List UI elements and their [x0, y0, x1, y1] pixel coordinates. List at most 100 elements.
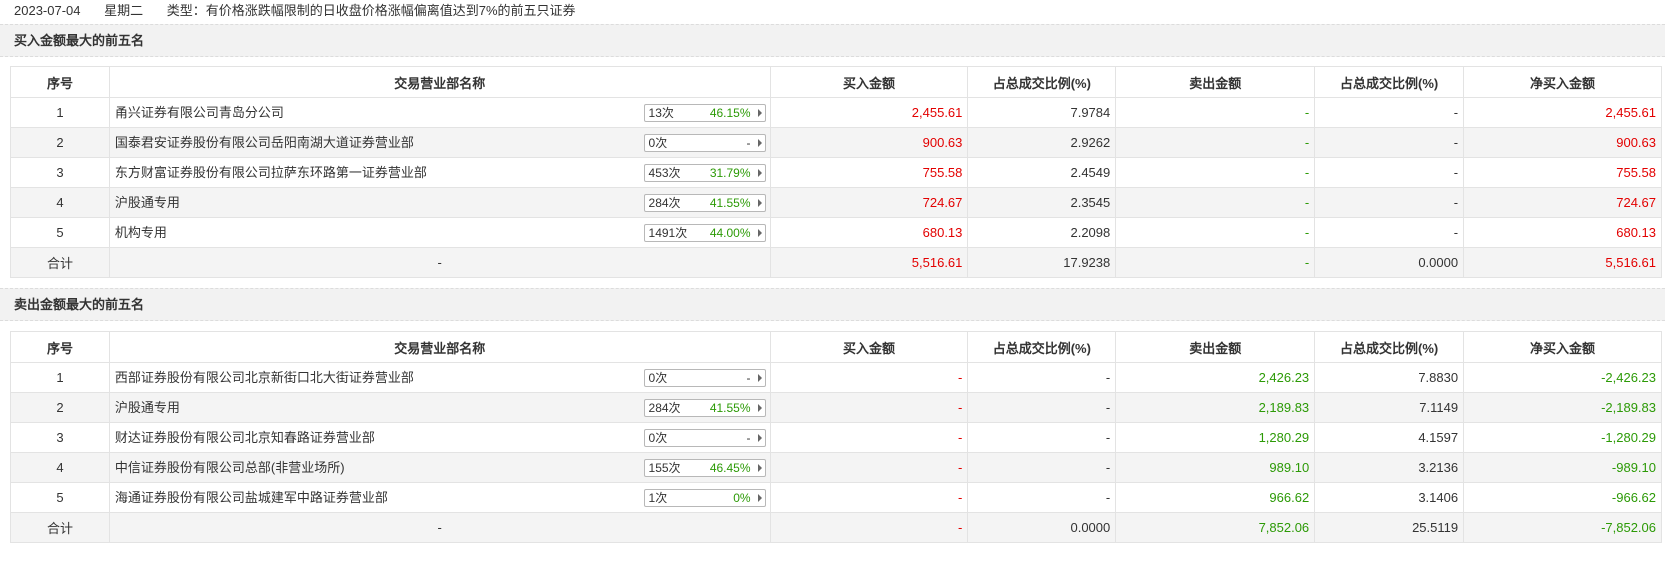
branch-name[interactable]: 国泰君安证券股份有限公司岳阳南湖大道证券营业部 — [115, 129, 414, 157]
table-row: 3 财达证券股份有限公司北京知春路证券营业部 0次 - - -1,280.29 4.1597… — [10, 422, 1662, 453]
caret-right-icon[interactable] — [757, 229, 762, 237]
branch-name[interactable]: 甬兴证券有限公司青岛分公司 — [115, 99, 284, 127]
branch-name[interactable]: 机构专用 — [115, 219, 167, 247]
table-row: 5 机构专用 1491次 44.00% 680.13 2.2098- -680.13 — [10, 217, 1662, 248]
sell-ratio: - — [1314, 97, 1465, 128]
buy-ratio: 2.9262 — [967, 127, 1117, 158]
sell-ratio: - — [1314, 187, 1465, 218]
branch-name-cell: 中信证券股份有限公司总部(非营业场所) 155次 46.45% — [108, 452, 771, 483]
branch-name-cell: 国泰君安证券股份有限公司岳阳南湖大道证券营业部 0次 - — [108, 127, 771, 158]
branch-stat-box[interactable]: 1次 0% — [643, 489, 766, 507]
buy-ratio: 2.4549 — [967, 157, 1117, 188]
total-buy-ratio: 17.9238 — [967, 247, 1117, 278]
branch-name[interactable]: 沪股通专用 — [115, 394, 180, 422]
table-header-row: 序号 交易营业部名称 买入金额 占总成交比例(%) 卖出金额 占总成交比例(%)… — [10, 331, 1662, 363]
table-row: 5 海通证券股份有限公司盐城建军中路证券营业部 1次 0% - -966.62 3.1406… — [10, 482, 1662, 513]
col-header-branch-name: 交易营业部名称 — [108, 66, 771, 98]
net-buy-amount: 900.63 — [1463, 127, 1662, 158]
buy-section-title: 买入金额最大的前五名 — [0, 24, 1665, 57]
branch-stat-box[interactable]: 0次 - — [643, 134, 766, 152]
sell-ratio: - — [1314, 217, 1465, 248]
buy-amount: 2,455.61 — [769, 97, 969, 128]
total-sell-ratio: 0.0000 — [1314, 247, 1465, 278]
total-sell-amount: 7,852.06 — [1115, 512, 1316, 543]
caret-right-icon[interactable] — [757, 199, 762, 207]
branch-name[interactable]: 财达证券股份有限公司北京知春路证券营业部 — [115, 424, 375, 452]
listing-count: 0次 — [648, 371, 668, 385]
branch-name[interactable]: 东方财富证券股份有限公司拉萨东环路第一证券营业部 — [115, 159, 427, 187]
listing-count: 0次 — [648, 431, 668, 445]
branch-name-cell: 东方财富证券股份有限公司拉萨东环路第一证券营业部 453次 31.79% — [108, 157, 771, 188]
caret-right-icon[interactable] — [757, 434, 762, 442]
branch-name[interactable]: 西部证券股份有限公司北京新街口北大街证券营业部 — [115, 364, 414, 392]
branch-name[interactable]: 中信证券股份有限公司总部(非营业场所) — [115, 454, 345, 482]
sell-ratio: 7.1149 — [1314, 392, 1465, 423]
branch-stat-box[interactable]: 155次 46.45% — [643, 459, 766, 477]
caret-right-icon[interactable] — [757, 374, 762, 382]
buy-amount: - — [769, 482, 969, 513]
buy-amount: - — [769, 392, 969, 423]
total-row: 合计 -5,516.61 17.9238-0.0000 5,516.61 — [10, 247, 1662, 278]
sell-amount: - — [1115, 157, 1316, 188]
col-header-sell-ratio: 占总成交比例(%) — [1314, 331, 1465, 363]
branch-stat-box[interactable]: 1491次 44.00% — [643, 224, 766, 242]
buy-amount: 724.67 — [769, 187, 969, 218]
success-rate: - — [746, 431, 751, 445]
listing-count: 284次 — [648, 196, 681, 210]
caret-right-icon[interactable] — [757, 404, 762, 412]
branch-stat-box[interactable]: 0次 - — [643, 369, 766, 387]
branch-name[interactable]: 海通证券股份有限公司盐城建军中路证券营业部 — [115, 484, 388, 512]
col-header-net-buy: 净买入金额 — [1463, 66, 1662, 98]
col-header-no: 序号 — [10, 331, 110, 363]
success-rate: 41.55% — [709, 401, 751, 415]
sell-section-title: 卖出金额最大的前五名 — [0, 288, 1665, 321]
table-row: 4 中信证券股份有限公司总部(非营业场所) 155次 46.45% - -989.10 3.… — [10, 452, 1662, 483]
buy-ratio: - — [967, 452, 1117, 483]
listing-count: 284次 — [648, 401, 681, 415]
branch-stat-box[interactable]: 0次 - — [643, 429, 766, 447]
net-buy-amount: 2,455.61 — [1463, 97, 1662, 128]
trade-date: 2023-07-04 — [14, 3, 81, 18]
branch-stat-box[interactable]: 453次 31.79% — [643, 164, 766, 182]
col-header-sell-amount: 卖出金额 — [1115, 66, 1316, 98]
table-row: 2 国泰君安证券股份有限公司岳阳南湖大道证券营业部 0次 -900.63 2.9262-… — [10, 127, 1662, 158]
caret-right-icon[interactable] — [757, 494, 762, 502]
success-rate: 41.55% — [709, 196, 751, 210]
caret-right-icon[interactable] — [757, 169, 762, 177]
col-header-buy-amount: 买入金额 — [769, 66, 969, 98]
caret-right-icon[interactable] — [757, 139, 762, 147]
sell-ratio: 7.8830 — [1314, 362, 1465, 393]
table-row: 3 东方财富证券股份有限公司拉萨东环路第一证券营业部 453次 31.79% 755.5… — [10, 157, 1662, 188]
rank-no: 5 — [10, 482, 110, 513]
sell-amount: - — [1115, 187, 1316, 218]
sell-ratio: 4.1597 — [1314, 422, 1465, 453]
sell-amount: 1,280.29 — [1115, 422, 1316, 453]
net-buy-amount: 680.13 — [1463, 217, 1662, 248]
success-rate: 46.45% — [709, 461, 751, 475]
listing-count: 453次 — [648, 166, 681, 180]
success-rate: 31.79% — [709, 166, 751, 180]
listing-count: 13次 — [648, 106, 674, 120]
branch-name[interactable]: 沪股通专用 — [115, 189, 180, 217]
total-branch: - — [108, 512, 771, 543]
buy-amount: 755.58 — [769, 157, 969, 188]
buy-ratio: - — [967, 362, 1117, 393]
success-rate: 0% — [733, 491, 751, 505]
branch-name-cell: 机构专用 1491次 44.00% — [108, 217, 771, 248]
table-row: 4 沪股通专用 284次 41.55% 724.67 2.3545- -724.67 — [10, 187, 1662, 218]
caret-right-icon[interactable] — [757, 109, 762, 117]
branch-stat-box[interactable]: 13次 46.15% — [643, 104, 766, 122]
buy-ratio: - — [967, 422, 1117, 453]
branch-stat-box[interactable]: 284次 41.55% — [643, 194, 766, 212]
caret-right-icon[interactable] — [757, 464, 762, 472]
sell-amount: 2,189.83 — [1115, 392, 1316, 423]
total-buy-amount: 5,516.61 — [769, 247, 969, 278]
sell-amount: - — [1115, 127, 1316, 158]
sell-ratio: - — [1314, 127, 1465, 158]
net-buy-amount: -2,189.83 — [1463, 392, 1662, 423]
buy-amount: - — [769, 422, 969, 453]
total-sell-ratio: 25.5119 — [1314, 512, 1465, 543]
branch-stat-box[interactable]: 284次 41.55% — [643, 399, 766, 417]
buy-amount: - — [769, 452, 969, 483]
col-header-buy-ratio: 占总成交比例(%) — [967, 66, 1117, 98]
